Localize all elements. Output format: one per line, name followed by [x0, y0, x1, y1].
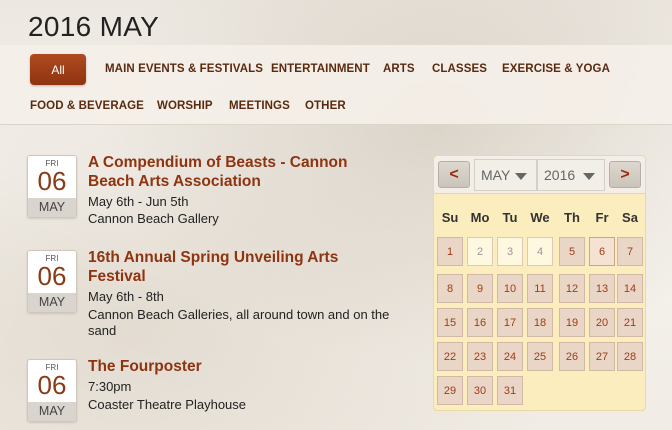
filter-entertainment[interactable]: ENTERTAINMENT: [271, 63, 370, 75]
mini-calendar: < MAY 2016 > Su Mo Tu We Th Fr Sa 1 2 3 4 5 6 7 8 9 10 11…: [433, 155, 646, 411]
prev-month-button[interactable]: <: [438, 161, 470, 188]
date-badge: FRI 06 MAY: [27, 155, 77, 218]
year-select-value: 2016: [544, 167, 576, 183]
calendar-day[interactable]: 10: [497, 274, 523, 303]
month-select[interactable]: MAY: [474, 159, 537, 191]
date-badge: FRI 06 MAY: [27, 359, 77, 422]
filter-main-events[interactable]: MAIN EVENTS & FESTIVALS: [105, 63, 263, 75]
weekday-header: Tu: [502, 210, 518, 225]
calendar-day[interactable]: 7: [617, 237, 643, 266]
weekday-header: Th: [564, 210, 580, 225]
event-location: Cannon Beach Galleries, all around town …: [88, 307, 390, 338]
month-select-value: MAY: [481, 167, 511, 183]
event-dates: May 6th - 8th: [88, 289, 164, 304]
calendar-day[interactable]: 24: [497, 342, 523, 371]
date-day: 06: [37, 261, 67, 291]
calendar-day[interactable]: 1: [437, 237, 463, 266]
calendar-day[interactable]: 27: [589, 342, 615, 371]
calendar-day[interactable]: 25: [527, 342, 553, 371]
calendar-day[interactable]: 20: [589, 308, 615, 337]
calendar-day[interactable]: 9: [467, 274, 493, 303]
page-title: 2016 MAY: [28, 11, 160, 42]
event-location: Cannon Beach Gallery: [88, 211, 219, 226]
event-dates: 7:30pm: [88, 379, 132, 394]
event-title-link[interactable]: A Compendium of Beasts - Cannon Beach Ar…: [88, 153, 388, 191]
calendar-nav: < MAY 2016 >: [434, 156, 645, 194]
calendar-day[interactable]: 4: [527, 237, 553, 266]
weekday-header: Su: [441, 210, 459, 225]
calendar-day[interactable]: 30: [467, 376, 493, 405]
calendar-day[interactable]: 22: [437, 342, 463, 371]
chevron-down-icon: [515, 173, 527, 180]
event-title-link[interactable]: The Fourposter: [88, 357, 388, 376]
event-location: Coaster Theatre Playhouse: [88, 397, 247, 412]
filter-all-button[interactable]: All: [30, 54, 86, 85]
calendar-day[interactable]: 23: [467, 342, 493, 371]
weekday-header: Fr: [595, 210, 609, 225]
calendar-day[interactable]: 13: [589, 274, 615, 303]
calendar-day[interactable]: 21: [617, 308, 643, 337]
date-day: 06: [37, 370, 67, 400]
next-month-button[interactable]: >: [609, 161, 641, 188]
weekday-header: Mo: [470, 210, 490, 225]
date-badge: FRI 06 MAY: [27, 250, 77, 313]
calendar-day[interactable]: 26: [559, 342, 585, 371]
filter-other[interactable]: OTHER: [305, 100, 346, 112]
filter-arts[interactable]: ARTS: [383, 63, 415, 75]
calendar-day[interactable]: 5: [559, 237, 585, 266]
calendar-day[interactable]: 15: [437, 308, 463, 337]
calendar-day[interactable]: 12: [559, 274, 585, 303]
filter-exercise-yoga[interactable]: EXERCISE & YOGA: [502, 63, 610, 75]
filter-meetings[interactable]: MEETINGS: [229, 100, 290, 112]
weekday-header: Sa: [622, 210, 638, 225]
calendar-day[interactable]: 8: [437, 274, 463, 303]
weekday-header: We: [530, 210, 550, 225]
calendar-day[interactable]: 16: [467, 308, 493, 337]
calendar-day[interactable]: 11: [527, 274, 553, 303]
chevron-down-icon: [583, 173, 595, 180]
calendar-day[interactable]: 3: [497, 237, 523, 266]
calendar-day[interactable]: 17: [497, 308, 523, 337]
filter-classes[interactable]: CLASSES: [432, 63, 487, 75]
date-month: MAY: [28, 402, 76, 421]
event-dates: May 6th - Jun 5th: [88, 194, 189, 209]
year-select[interactable]: 2016: [537, 159, 605, 191]
date-day: 06: [37, 166, 67, 196]
calendar-day[interactable]: 14: [617, 274, 643, 303]
event-title-link[interactable]: 16th Annual Spring Unveiling Arts Festiv…: [88, 248, 388, 286]
calendar-day[interactable]: 2: [467, 237, 493, 266]
filter-bar: All MAIN EVENTS & FESTIVALS ENTERTAINMEN…: [0, 45, 672, 125]
filter-food-beverage[interactable]: FOOD & BEVERAGE: [30, 100, 144, 112]
calendar-day[interactable]: 6: [589, 237, 615, 266]
date-month: MAY: [28, 198, 76, 217]
filter-worship[interactable]: WORSHIP: [157, 100, 213, 112]
calendar-day[interactable]: 28: [617, 342, 643, 371]
date-month: MAY: [28, 293, 76, 312]
calendar-day[interactable]: 31: [497, 376, 523, 405]
calendar-day[interactable]: 19: [559, 308, 585, 337]
calendar-day[interactable]: 18: [527, 308, 553, 337]
calendar-day[interactable]: 29: [437, 376, 463, 405]
